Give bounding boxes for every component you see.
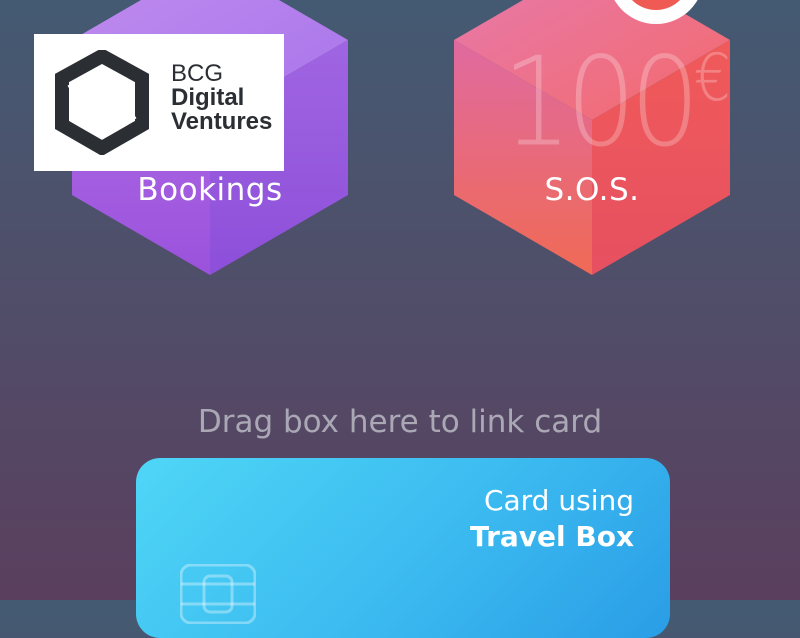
bookings-label: Bookings	[137, 172, 283, 208]
logo-text: BCG Digital Ventures	[171, 62, 272, 134]
sos-currency: €	[693, 39, 731, 116]
logo-hexagon-icon	[55, 50, 149, 155]
sos-badge-icon[interactable]	[606, 0, 706, 26]
card-title-line2: Travel Box	[470, 520, 634, 553]
drag-hint-text: Drag box here to link card	[197, 404, 603, 440]
sos-label: S.O.S.	[544, 172, 640, 208]
bcg-digital-ventures-logo: BCG Digital Ventures	[34, 34, 284, 171]
sos-amount: 100€	[502, 30, 731, 174]
sos-box[interactable]: 100€ S.O.S.	[452, 0, 732, 280]
card-title-line1: Card using	[483, 484, 634, 517]
logo-line-2: Digital	[171, 84, 245, 111]
logo-line-3: Ventures	[171, 108, 273, 135]
card-chip-icon	[180, 564, 256, 624]
logo-line-1: BCG	[171, 60, 224, 87]
card-drop-target[interactable]: Card using Travel Box	[136, 458, 670, 638]
